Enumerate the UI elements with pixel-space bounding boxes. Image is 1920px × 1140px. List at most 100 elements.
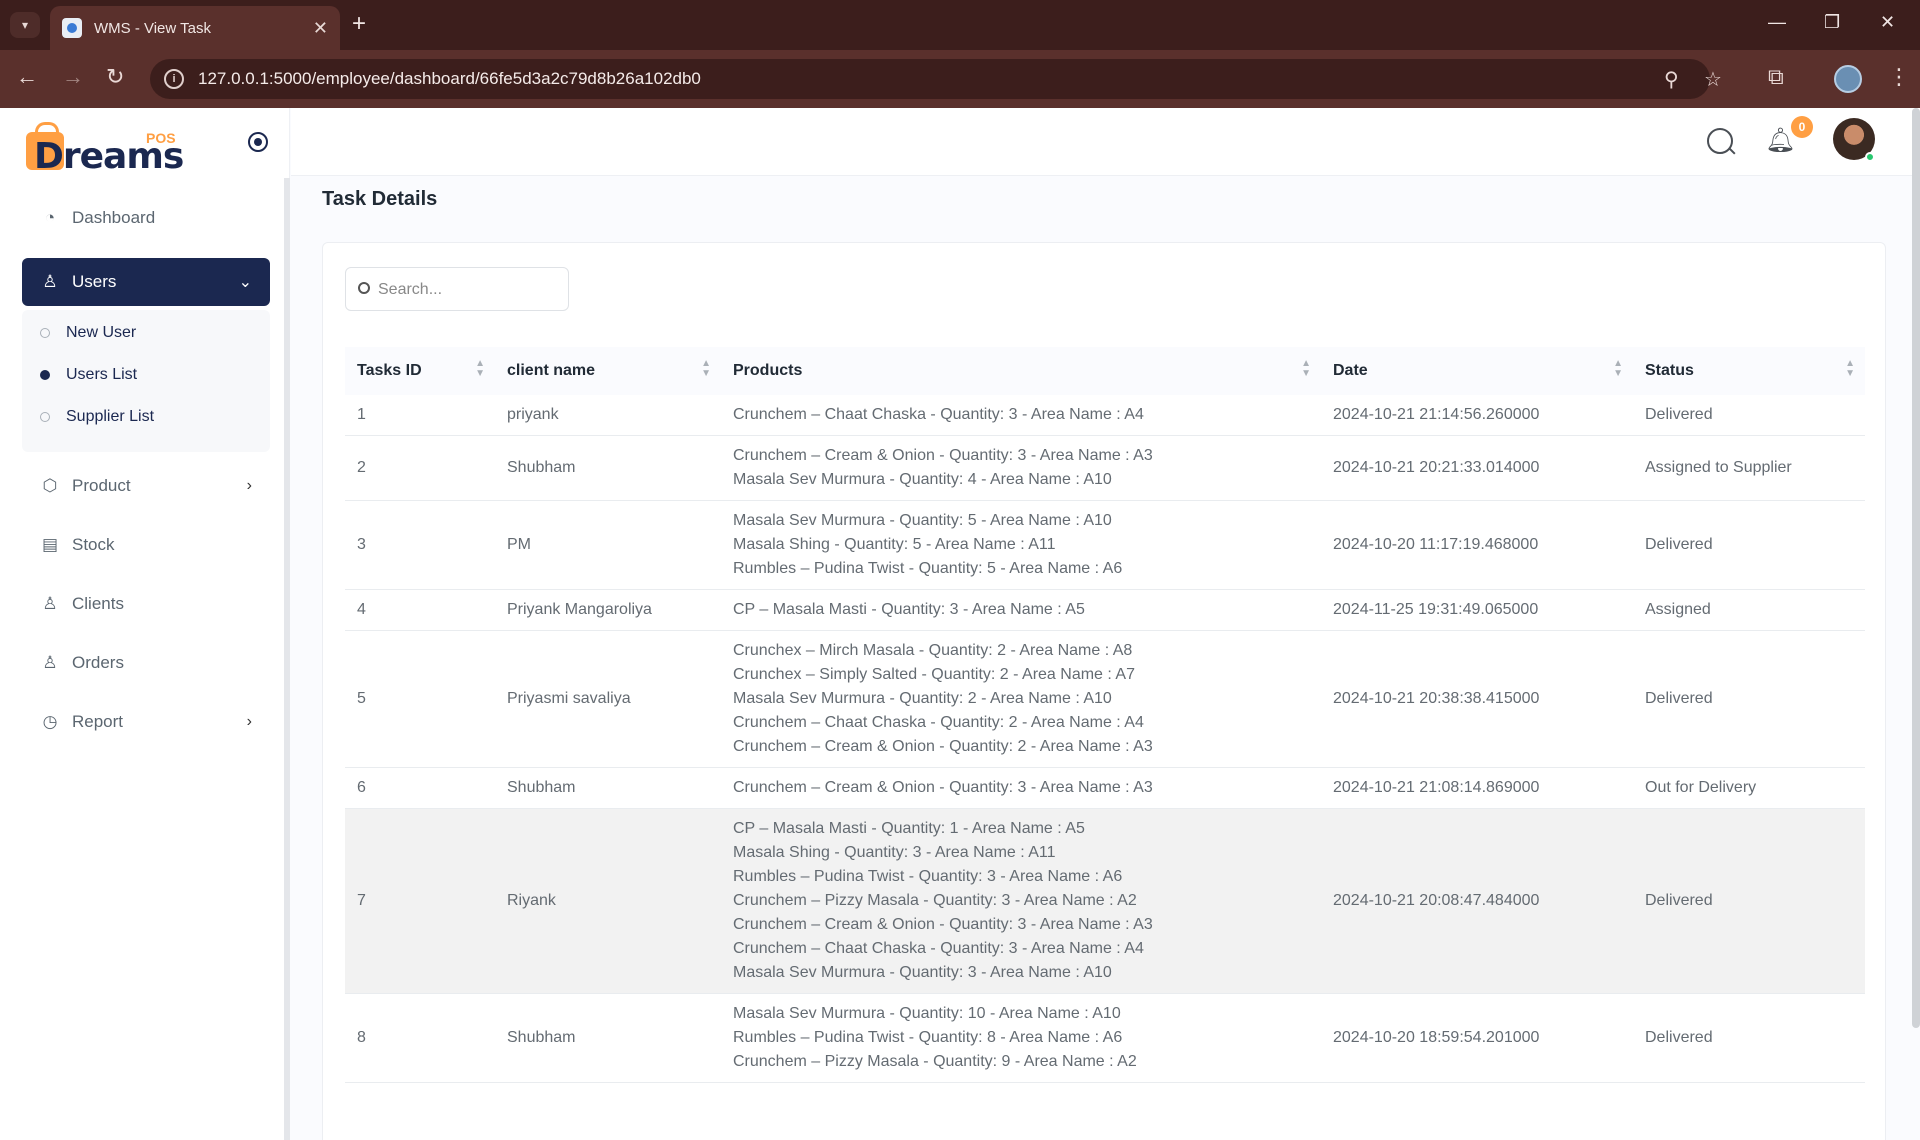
online-status-dot <box>1865 152 1875 162</box>
sidebar-item-orders[interactable]: ♙ Orders <box>22 639 270 687</box>
task-card: Tasks ID ▲▼ client name ▲▼ Products ▲▼ Date… <box>322 242 1886 1140</box>
table-row[interactable]: 7 Riyank CP – Masala Masti - Quantity: 1 -… <box>345 808 1865 994</box>
table-row[interactable]: 5 Priyasmi savaliya Crunchex – Mirch Masal… <box>345 630 1865 768</box>
minimize-icon[interactable]: — <box>1768 12 1786 33</box>
client-name-cell: PM <box>495 500 721 590</box>
table-row[interactable]: 8 Shubham Masala Sev Murmura - Quantity: 1… <box>345 993 1865 1083</box>
browser-toolbar: ← → ↻ i 127.0.0.1:5000/employee/dashboar… <box>0 50 1920 108</box>
sidebar: Dreams POS ◔ Dashboard ♙ Users ⌄ New Use… <box>0 108 290 1140</box>
client-name-cell: Shubham <box>495 993 721 1083</box>
reload-icon[interactable]: ↻ <box>106 64 124 90</box>
sidebar-item-users[interactable]: ♙ Users ⌄ <box>22 258 270 306</box>
submenu-label: New User <box>66 324 137 341</box>
close-window-icon[interactable]: ✕ <box>1880 12 1895 33</box>
box-icon: ⬡ <box>42 476 58 495</box>
submenu-label: Supplier List <box>66 408 155 425</box>
products-cell: Masala Sev Murmura - Quantity: 5 - Area … <box>721 500 1321 590</box>
submenu-item-new-user[interactable]: New User <box>40 324 136 342</box>
browser-tab-active[interactable]: WMS - View Task ✕ <box>50 6 340 50</box>
page-title: Task Details <box>322 188 438 210</box>
user-icon: ♙ <box>42 272 58 291</box>
bookmark-star-icon[interactable]: ☆ <box>1704 67 1722 92</box>
table-row[interactable]: 2 Shubham Crunchem – Cream & Onion - Quant… <box>345 435 1865 501</box>
product-line: CP – Masala Masti - Quantity: 1 - Area N… <box>733 820 1085 837</box>
column-header-status[interactable]: Status ▲ ▼ <box>1633 347 1865 395</box>
status-cell: Delivered <box>1633 630 1865 768</box>
product-line: Masala Shing - Quantity: 3 - Area Name :… <box>733 844 1056 861</box>
sidebar-item-label: Clients <box>72 594 124 613</box>
sort-icon[interactable]: ▲ ▼ <box>1301 359 1311 379</box>
product-line: Rumbles – Pudina Twist - Quantity: 3 - A… <box>733 868 1123 885</box>
table-row[interactable]: 4 Priyank Mangaroliya CP – Masala Masti - … <box>345 589 1865 631</box>
table-search[interactable] <box>345 267 569 311</box>
search-icon[interactable] <box>1707 128 1733 154</box>
task-id-cell: 2 <box>345 435 495 501</box>
product-line: CP – Masala Masti - Quantity: 3 - Area N… <box>733 601 1085 618</box>
sidebar-item-dashboard[interactable]: ◔ Dashboard <box>22 194 270 242</box>
sidebar-item-stock[interactable]: ▤ Stock <box>22 521 270 569</box>
submenu-item-users-list[interactable]: Users List <box>40 366 137 384</box>
sidebar-item-product[interactable]: ⬡ Product › <box>22 462 270 510</box>
page-scrollbar[interactable] <box>1912 108 1920 1028</box>
product-line: Crunchem – Pizzy Masala - Quantity: 9 - … <box>733 1053 1137 1070</box>
sidebar-item-report[interactable]: ◷ Report › <box>22 698 270 746</box>
sidebar-scrollbar[interactable] <box>284 178 290 1140</box>
tab-close-icon[interactable]: ✕ <box>313 18 328 39</box>
product-line: Crunchem – Cream & Onion - Quantity: 3 -… <box>733 447 1153 464</box>
tab-title: WMS - View Task <box>94 19 211 37</box>
date-cell: 2024-10-21 21:14:56.260000 <box>1321 395 1633 436</box>
new-tab-button[interactable]: + <box>352 10 366 38</box>
date-cell: 2024-10-21 20:21:33.014000 <box>1321 435 1633 501</box>
product-line: Crunchem – Chaat Chaska - Quantity: 2 - … <box>733 714 1144 731</box>
table-body: 1 priyank Crunchem – Chaat Chaska - Quanti… <box>345 395 1865 1083</box>
user-icon: ♙ <box>42 653 58 672</box>
search-input[interactable] <box>378 276 558 304</box>
table-row[interactable]: 1 priyank Crunchem – Chaat Chaska - Quanti… <box>345 395 1865 436</box>
client-name-cell: Shubham <box>495 767 721 809</box>
products-cell: CP – Masala Masti - Quantity: 3 - Area N… <box>721 589 1321 631</box>
client-name-cell: Priyasmi savaliya <box>495 630 721 768</box>
task-id-cell: 1 <box>345 395 495 436</box>
dashboard-icon: ◔ <box>44 208 56 227</box>
date-cell: 2024-11-25 19:31:49.065000 <box>1321 589 1633 631</box>
product-line: Masala Sev Murmura - Quantity: 2 - Area … <box>733 690 1112 707</box>
column-label: Products <box>733 362 803 379</box>
site-info-icon[interactable]: i <box>164 69 184 89</box>
sort-icon[interactable]: ▲ ▼ <box>701 359 711 379</box>
column-header-client[interactable]: client name ▲ ▼ <box>495 347 721 395</box>
column-header-date[interactable]: Date ▲ ▼ <box>1321 347 1633 395</box>
back-icon[interactable]: ← <box>16 64 38 90</box>
zoom-icon[interactable]: ⚲ <box>1664 67 1679 92</box>
sort-icon[interactable]: ▲ ▼ <box>1613 359 1623 379</box>
sort-icon[interactable]: ▲ ▼ <box>475 359 485 379</box>
status-cell: Delivered <box>1633 395 1865 436</box>
sidebar-item-label: Product <box>72 476 131 495</box>
tab-search-button[interactable]: ▾ <box>10 12 40 38</box>
date-cell: 2024-10-21 20:08:47.484000 <box>1321 808 1633 994</box>
address-bar[interactable]: i 127.0.0.1:5000/employee/dashboard/66fe… <box>150 59 1722 99</box>
products-cell: Crunchex – Mirch Masala - Quantity: 2 - … <box>721 630 1321 768</box>
table-row[interactable]: 6 Shubham Crunchem – Cream & Onion - Quant… <box>345 767 1865 809</box>
submenu-label: Users List <box>66 366 138 383</box>
extensions-icon[interactable]: ⧉ <box>1768 64 1784 90</box>
tasks-table: Tasks ID ▲ ▼ client name ▲ ▼ Products ▲ ▼ Date… <box>345 347 1865 1083</box>
column-header-task-id[interactable]: Tasks ID ▲ ▼ <box>345 347 495 395</box>
column-header-products[interactable]: Products ▲ ▼ <box>721 347 1321 395</box>
browser-menu-icon[interactable]: ⋮ <box>1888 64 1910 90</box>
forward-icon[interactable]: → <box>62 64 84 90</box>
submenu-item-supplier-list[interactable]: Supplier List <box>40 408 154 426</box>
url-text: 127.0.0.1:5000/employee/dashboard/66fe5d… <box>198 69 701 88</box>
browser-profile-avatar[interactable] <box>1834 65 1862 93</box>
sort-icon[interactable]: ▲ ▼ <box>1845 359 1855 379</box>
table-row[interactable]: 3 PM Masala Sev Murmura - Quantity: 5 - Ar… <box>345 500 1865 590</box>
restore-icon[interactable]: ❐ <box>1824 12 1840 33</box>
products-cell: Masala Sev Murmura - Quantity: 10 - Area… <box>721 993 1321 1083</box>
top-header: 🔔︎ 0 <box>291 108 1920 176</box>
sidebar-toggle-icon[interactable] <box>248 132 268 152</box>
product-line: Crunchem – Pizzy Masala - Quantity: 3 - … <box>733 892 1137 909</box>
sidebar-item-clients[interactable]: ♙ Clients <box>22 580 270 628</box>
status-cell: Delivered <box>1633 808 1865 994</box>
task-id-cell: 7 <box>345 808 495 994</box>
date-cell: 2024-10-20 11:17:19.468000 <box>1321 500 1633 590</box>
logo[interactable]: Dreams POS <box>24 118 184 177</box>
